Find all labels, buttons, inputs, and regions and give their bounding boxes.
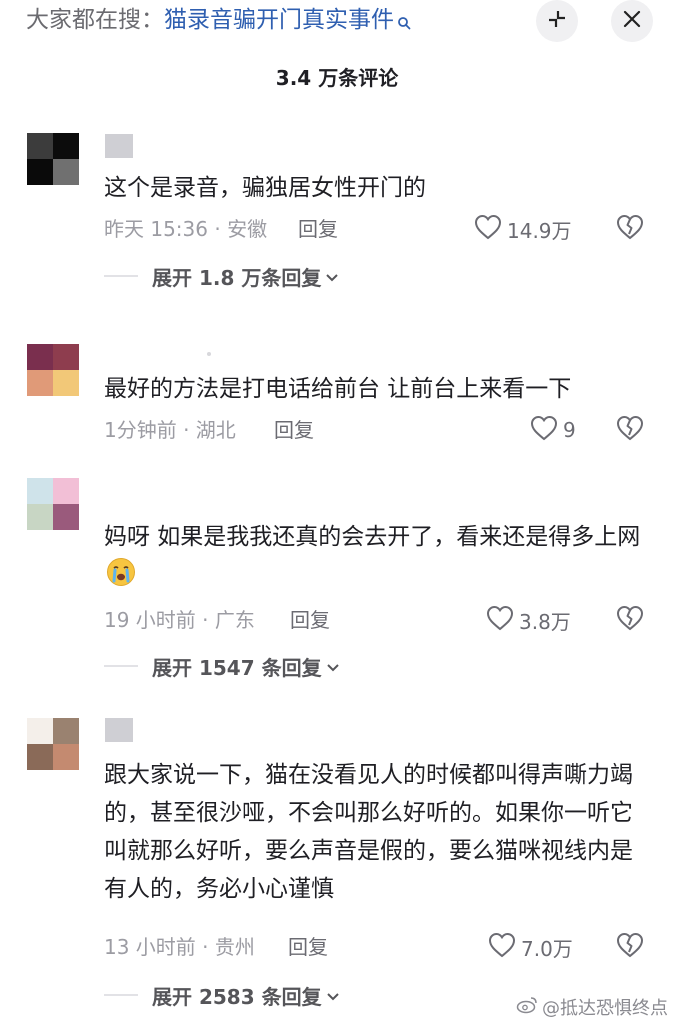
avatar-block: [27, 478, 53, 504]
search-suggestion[interactable]: 大家都在搜：猫录音骗开门真实事件: [26, 5, 411, 35]
avatar[interactable]: [27, 133, 79, 185]
avatar-block: [53, 159, 79, 185]
broken-heart-icon: [616, 605, 644, 635]
avatar[interactable]: [27, 344, 79, 396]
username-blurred[interactable]: [105, 134, 133, 158]
avatar-block: [27, 504, 53, 530]
username-blurred[interactable]: [207, 352, 211, 356]
avatar[interactable]: [27, 718, 79, 770]
avatar-block: [27, 344, 53, 370]
like-button[interactable]: 9: [530, 414, 576, 446]
like-button[interactable]: 14.9万: [474, 213, 572, 245]
chevron-down-icon: [326, 654, 340, 678]
time-location: 19 小时前 · 广东: [104, 608, 255, 632]
watermark-text: @抵达恐惧终点: [542, 998, 668, 1019]
comment-text-body: 妈呀 如果是我我还真的会去开了，看来还是得多上网: [104, 524, 641, 550]
heart-icon: [474, 214, 502, 245]
avatar-block: [53, 504, 79, 530]
comment-text: 跟大家说一下，猫在没看见人的时候都叫得声嘶力竭的，甚至很沙哑，不会叫那么好听的。…: [104, 762, 633, 902]
dislike-button[interactable]: [613, 931, 647, 963]
chevron-down-icon: [325, 264, 339, 288]
search-suggestion-prefix: 大家都在搜：: [26, 7, 164, 33]
avatar-block: [27, 133, 53, 159]
close-button[interactable]: [611, 0, 653, 42]
chevron-down-icon: [326, 983, 340, 1007]
time-location: 1分钟前 · 湖北: [104, 418, 236, 442]
like-button[interactable]: 3.8万: [486, 604, 571, 636]
divider-line: [104, 275, 138, 277]
expand-replies-button[interactable]: 展开 1547 条回复: [104, 651, 340, 681]
avatar-block: [53, 370, 79, 396]
avatar-block: [27, 744, 53, 770]
collapse-icon: [546, 8, 568, 34]
like-count: 3.8万: [519, 609, 571, 634]
heart-icon: [486, 605, 514, 636]
comment-text: 妈呀 如果是我我还真的会去开了，看来还是得多上网: [104, 518, 652, 594]
comment-meta: 1分钟前 · 湖北 回复: [104, 414, 314, 446]
avatar-block: [53, 718, 79, 744]
comment-meta: 19 小时前 · 广东 回复: [104, 604, 330, 636]
avatar-block: [53, 744, 79, 770]
time-location: 13 小时前 · 贵州: [104, 935, 255, 959]
time-location: 昨天 15:36 · 安徽: [104, 217, 268, 241]
expand-replies-button[interactable]: 展开 2583 条回复: [104, 980, 340, 1010]
comment-meta: 13 小时前 · 贵州 回复: [104, 931, 328, 963]
comment-count-title: 3.4 万条评论: [275, 66, 399, 90]
like-count: 7.0万: [521, 936, 573, 961]
dislike-button[interactable]: [613, 213, 647, 245]
expand-replies-button[interactable]: 展开 1.8 万条回复: [104, 261, 339, 291]
reply-button[interactable]: 回复: [290, 604, 330, 636]
avatar[interactable]: [27, 478, 79, 530]
search-suggestion-query[interactable]: 猫录音骗开门真实事件: [164, 7, 394, 33]
broken-heart-icon: [616, 214, 644, 244]
reply-button[interactable]: 回复: [298, 213, 338, 245]
search-icon: [397, 8, 411, 38]
avatar-block: [53, 478, 79, 504]
comment-text: 最好的方法是打电话给前台 让前台上来看一下: [104, 376, 572, 402]
weibo-logo-icon: [516, 996, 538, 1019]
avatar-block: [53, 133, 79, 159]
like-count: 14.9万: [507, 218, 572, 243]
close-icon: [622, 9, 642, 33]
divider-line: [104, 994, 138, 996]
expand-replies-label: 展开 2583 条回复: [152, 984, 322, 1009]
avatar-block: [27, 370, 53, 396]
watermark: @抵达恐惧终点: [516, 994, 668, 1020]
heart-icon: [530, 415, 558, 446]
broken-heart-icon: [616, 932, 644, 962]
reply-button[interactable]: 回复: [288, 931, 328, 963]
dislike-button[interactable]: [613, 414, 647, 446]
avatar-block: [53, 344, 79, 370]
username-blurred[interactable]: [105, 718, 133, 742]
expand-replies-label: 展开 1547 条回复: [152, 655, 322, 680]
avatar-block: [27, 718, 53, 744]
expand-replies-label: 展开 1.8 万条回复: [152, 265, 322, 290]
avatar-block: [27, 159, 53, 185]
divider-line: [104, 665, 138, 667]
heart-icon: [488, 932, 516, 963]
like-count: 9: [563, 418, 576, 442]
like-button[interactable]: 7.0万: [488, 931, 573, 963]
comment-text: 这个是录音，骗独居女性开门的: [104, 175, 426, 201]
reply-button[interactable]: 回复: [274, 414, 314, 446]
broken-heart-icon: [616, 415, 644, 445]
comment-meta: 昨天 15:36 · 安徽 回复: [104, 213, 338, 245]
crying-face-icon: [106, 557, 136, 587]
collapse-button[interactable]: [536, 0, 578, 42]
dislike-button[interactable]: [613, 604, 647, 636]
